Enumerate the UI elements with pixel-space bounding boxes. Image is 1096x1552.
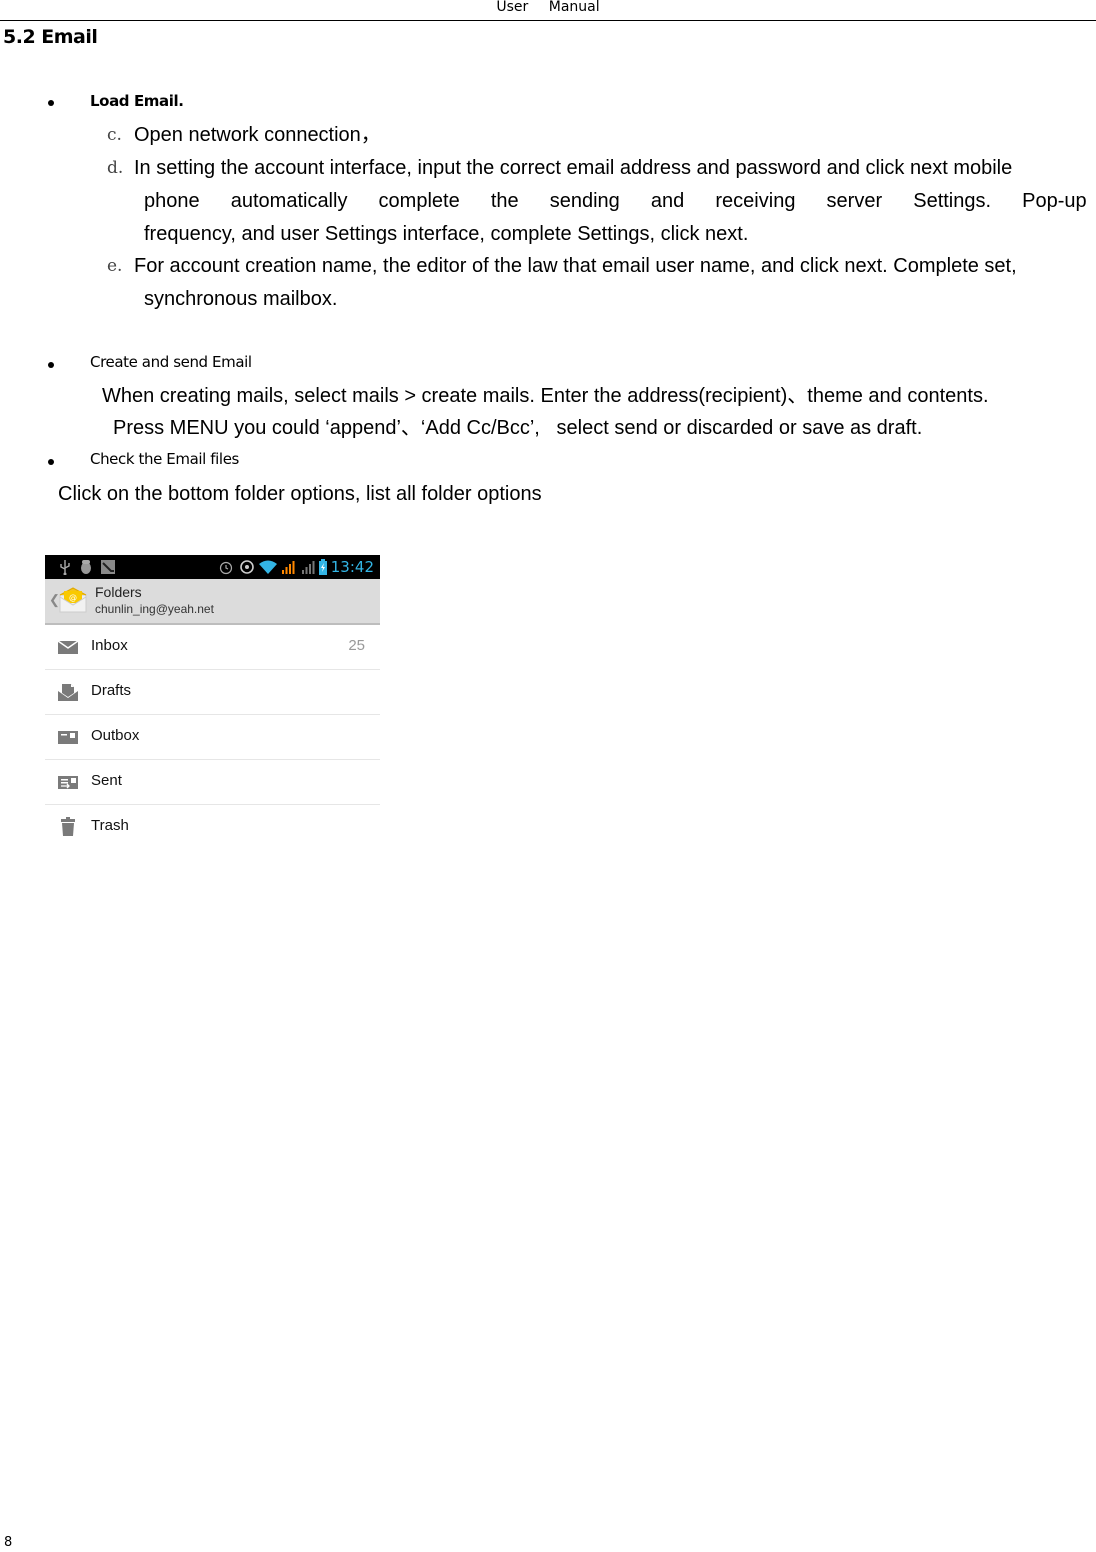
header-word-manual: Manual (548, 0, 600, 15)
list-item-line: For account creation name, the editor of… (134, 255, 1017, 277)
email-app-icon[interactable]: @ (59, 587, 87, 613)
list-item-line: frequency, and user Settings interface, … (144, 223, 749, 245)
folder-list: Inbox 25 Drafts Outbox Sent Trash (45, 625, 380, 848)
folder-row-inbox[interactable]: Inbox 25 (45, 625, 380, 670)
bullet-dot (48, 100, 54, 106)
header-divider (0, 20, 1096, 21)
list-item-text: In setting the account interface, input … (134, 152, 1094, 251)
bullet-dot (48, 459, 54, 465)
phone-screenshot: 13:42 ❮ @ Folders chunlin_ing@yeah.net I… (45, 555, 380, 848)
create-send-line-1: When creating mails, select mails > crea… (102, 385, 989, 407)
list-item-line: synchronous mailbox. (144, 288, 338, 310)
debug-icon (81, 560, 91, 574)
alarm-icon (219, 561, 233, 575)
list-item-text: For account creation name, the editor of… (134, 250, 1094, 316)
bullet-title: Check the Email files (90, 450, 239, 468)
list-item-line: In setting the account interface, input … (134, 157, 1013, 179)
check-files-text: Click on the bottom folder options, list… (58, 483, 542, 505)
bullet-title: Load Email. (90, 92, 184, 110)
bullet-dot (48, 362, 54, 368)
list-marker: c. (107, 125, 122, 145)
sent-icon (58, 776, 78, 789)
header-word-user: User (496, 0, 529, 15)
usb-icon (60, 560, 70, 575)
sync-icon (240, 560, 254, 574)
bullet-title: Create and send Email (90, 353, 252, 371)
signal-icon (282, 561, 295, 574)
list-item-line: phone automatically complete the sending… (144, 190, 1087, 212)
notification-icon (101, 560, 115, 574)
wifi-icon (259, 560, 277, 574)
status-bar: 13:42 (45, 555, 380, 579)
page-number: 8 (4, 1535, 13, 1550)
create-send-line-2: Press MENU you could ‘append’、‘Add Cc/Bc… (113, 417, 923, 439)
list-item-text: Open network connection， (134, 124, 381, 146)
section-title: 5.2 Email (3, 26, 98, 48)
folder-label: Drafts (91, 682, 132, 699)
list-item-d: d. In setting the account interface, inp… (107, 152, 1094, 251)
list-marker: e. (107, 256, 123, 276)
drafts-icon (58, 684, 78, 701)
list-marker: d. (107, 158, 124, 178)
folder-label: Outbox (91, 727, 140, 744)
svg-text:@: @ (69, 593, 77, 602)
battery-icon (319, 559, 327, 575)
outbox-icon (58, 731, 78, 744)
action-bar-title: Folders (95, 584, 142, 600)
folder-label: Sent (91, 772, 122, 789)
action-bar-account: chunlin_ing@yeah.net (95, 602, 214, 616)
folder-count: 25 (348, 637, 365, 654)
list-item-c: c. Open network connection， (107, 119, 1094, 152)
folder-row-sent[interactable]: Sent (45, 760, 380, 805)
folder-row-trash[interactable]: Trash (45, 805, 380, 848)
page-header: User Manual (0, 0, 1096, 20)
status-time: 13:42 (330, 558, 374, 576)
signal-2-icon (302, 561, 315, 574)
trash-icon (61, 817, 75, 836)
folder-label: Trash (91, 817, 129, 834)
folder-label: Inbox (91, 637, 128, 654)
action-bar: ❮ @ Folders chunlin_ing@yeah.net (45, 579, 380, 625)
list-item-e: e. For account creation name, the editor… (107, 250, 1094, 316)
inbox-icon (57, 640, 79, 654)
folder-row-drafts[interactable]: Drafts (45, 670, 380, 715)
folder-row-outbox[interactable]: Outbox (45, 715, 380, 760)
